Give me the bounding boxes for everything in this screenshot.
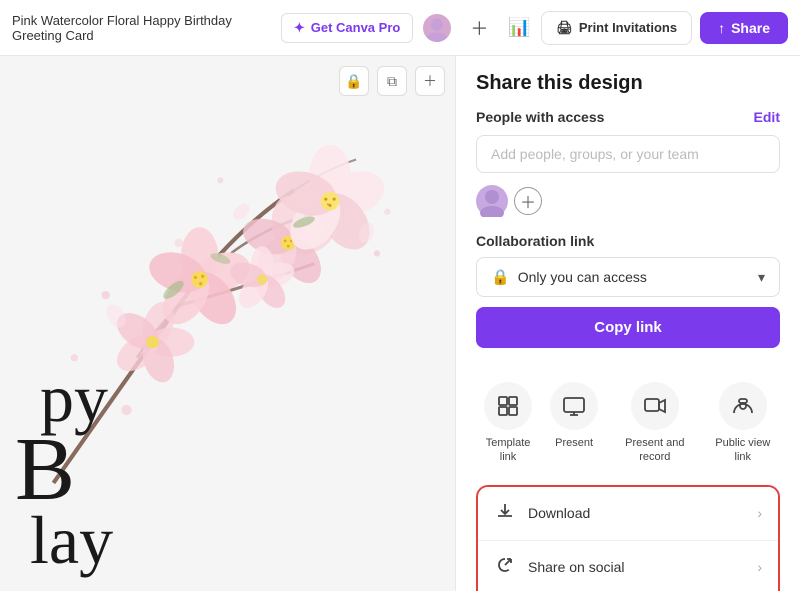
share-social-label: Share on social <box>528 559 625 575</box>
public-view-icon <box>719 382 767 430</box>
share-social-icon <box>494 555 516 580</box>
template-link-option[interactable]: Template link <box>476 382 540 465</box>
share-options-grid: Template link Present Present and record <box>476 382 780 465</box>
canva-pro-label: Get Canva Pro <box>311 20 401 35</box>
collab-label: Collaboration link <box>476 233 780 249</box>
public-view-option[interactable]: Public view link <box>706 382 780 465</box>
document-title: Pink Watercolor Floral Happy Birthday Gr… <box>12 13 281 43</box>
avatar-row: ＋ <box>476 185 780 217</box>
present-record-option[interactable]: Present and record <box>608 382 701 465</box>
user-avatar <box>476 185 508 217</box>
template-link-label: Template link <box>476 436 540 465</box>
share-button[interactable]: ↑ Share <box>700 12 788 44</box>
canva-pro-button[interactable]: ✦ Get Canva Pro <box>281 13 414 43</box>
duplicate-button[interactable]: ⧉ <box>377 66 407 96</box>
canvas-toolbar: 🔒 ⧉ ＋ <box>339 66 445 96</box>
copy-link-button[interactable]: Copy link <box>476 307 780 348</box>
template-link-icon <box>484 382 532 430</box>
present-option[interactable]: Present <box>544 382 604 465</box>
print-invitations-button[interactable]: 🖨 Print Invitations <box>541 11 692 45</box>
download-left: Download <box>494 501 590 526</box>
present-record-icon <box>631 382 679 430</box>
chevron-down-icon: ▾ <box>758 269 765 286</box>
access-label: Only you can access <box>518 269 647 285</box>
share-icon: ↑ <box>718 20 725 36</box>
access-left: 🔒 Only you can access <box>491 268 647 286</box>
lock-icon: 🔒 <box>491 268 510 286</box>
people-access-row: People with access Edit <box>476 109 780 125</box>
share-label: Share <box>731 20 770 36</box>
access-dropdown[interactable]: 🔒 Only you can access ▾ <box>476 257 780 297</box>
canva-pro-icon: ✦ <box>294 20 305 36</box>
collab-section: Collaboration link 🔒 Only you can access… <box>476 233 780 368</box>
download-icon <box>494 501 516 526</box>
avatar <box>421 12 453 44</box>
share-panel-title: Share this design <box>476 72 780 95</box>
share-social-left: Share on social <box>494 555 625 580</box>
canvas-content: 🔒 ⧉ ＋ <box>0 56 455 591</box>
edit-link[interactable]: Edit <box>754 109 780 125</box>
print-icon: 🖨 <box>556 20 573 36</box>
analytics-button[interactable]: 📊 <box>501 10 537 46</box>
share-social-chevron: › <box>757 559 762 575</box>
lock-button[interactable]: 🔒 <box>339 66 369 96</box>
download-chevron: › <box>757 505 762 521</box>
download-item[interactable]: Download › <box>478 487 778 541</box>
present-record-label: Present and record <box>608 436 701 465</box>
people-label: People with access <box>476 109 604 125</box>
add-person-button[interactable]: ＋ <box>514 187 542 215</box>
present-label: Present <box>555 436 593 450</box>
download-label: Download <box>528 505 590 521</box>
add-button[interactable]: ＋ <box>415 66 445 96</box>
avatar-group <box>421 12 453 44</box>
public-view-label: Public view link <box>706 436 780 465</box>
people-input[interactable] <box>476 135 780 173</box>
canvas-area: 🔒 ⧉ ＋ <box>0 56 800 591</box>
topbar: Pink Watercolor Floral Happy Birthday Gr… <box>0 0 800 56</box>
print-invitations-label: Print Invitations <box>579 20 677 35</box>
action-list: Download › Share on social › <box>476 485 780 591</box>
share-panel: Share this design People with access Edi… <box>455 56 800 591</box>
present-icon <box>550 382 598 430</box>
flower-illustration <box>0 106 450 526</box>
share-social-item[interactable]: Share on social › <box>478 541 778 591</box>
add-people-button[interactable]: ＋ <box>461 10 497 46</box>
